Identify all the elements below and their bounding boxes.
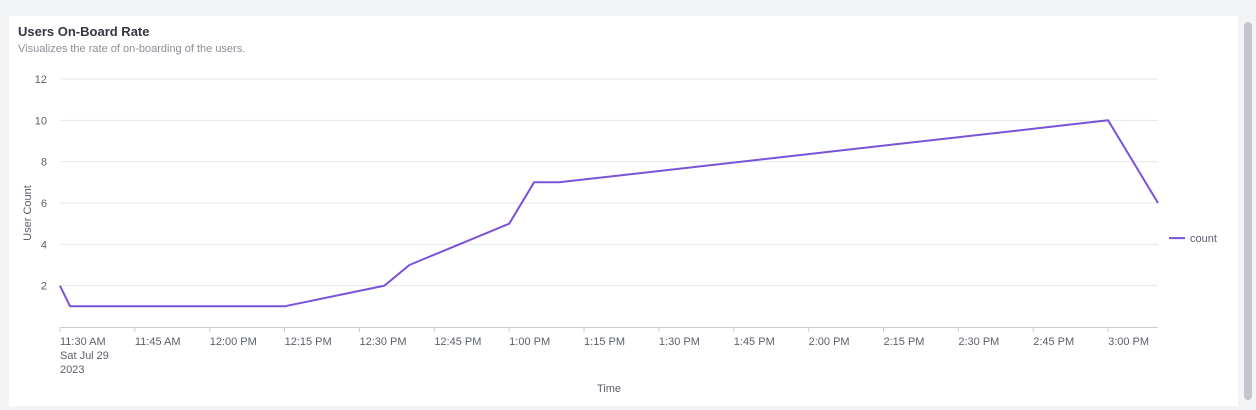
x-tick-label: 2:15 PM <box>884 336 925 348</box>
x-tick-label: 2:00 PM <box>809 336 850 348</box>
x-tick-label: 12:00 PM <box>210 336 257 348</box>
y-tick-label: 2 <box>41 281 47 293</box>
x-tick-sublabel: Sat Jul 29 <box>60 350 109 362</box>
series-line-count <box>59 119 1159 308</box>
x-tick-label: 1:45 PM <box>734 336 775 348</box>
x-tick-label: 1:00 PM <box>509 336 550 348</box>
x-tick-label: 11:30 AM <box>60 336 106 348</box>
y-tick-label: 10 <box>35 115 47 127</box>
x-tick-label: 12:15 PM <box>285 336 332 348</box>
chart-card: Users On-Board Rate Visualizes the rate … <box>9 16 1238 406</box>
y-tick-label: 12 <box>35 74 47 86</box>
y-tick-label: 8 <box>41 157 47 169</box>
vertical-scrollbar[interactable] <box>1244 22 1252 400</box>
x-axis-title: Time <box>597 383 621 395</box>
line-chart: 2 4 6 8 10 12 11:30 AM Sat Jul 29 2023 11:45 AM 12… <box>22 74 1217 395</box>
y-tick-label: 6 <box>41 198 47 210</box>
legend-label: count <box>1190 233 1217 245</box>
x-tick-label: 12:30 PM <box>359 336 406 348</box>
x-tick-label: 12:45 PM <box>434 336 481 348</box>
x-tick-label: 11:45 AM <box>135 336 181 348</box>
y-tick-label: 4 <box>41 239 47 251</box>
x-tick-label: 1:15 PM <box>584 336 625 348</box>
x-tick-label: 2:30 PM <box>958 336 999 348</box>
x-tick-label: 2:45 PM <box>1033 336 1074 348</box>
x-tick-label: 3:00 PM <box>1108 336 1149 348</box>
x-tick-label: 1:30 PM <box>659 336 700 348</box>
x-tick-sublabel: 2023 <box>60 364 84 376</box>
y-axis-title: User Count <box>22 185 34 241</box>
